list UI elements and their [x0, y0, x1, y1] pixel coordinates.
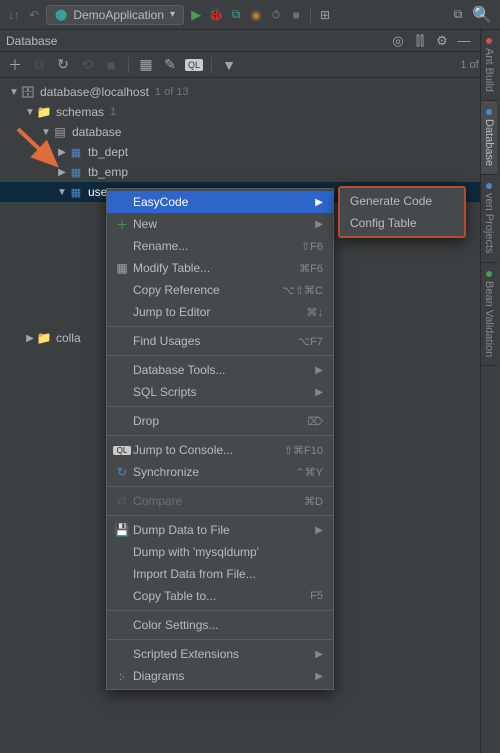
- add-icon[interactable]: ＋: [6, 55, 24, 75]
- main-toolbar: ↓↑ ↶ ⬤ DemoApplication ▾ ▶ 🐞 ⧉ ◉ ⥀ ■ ⊞ ⧉…: [0, 0, 500, 30]
- refresh-icon[interactable]: ↻: [54, 56, 72, 73]
- hide-icon[interactable]: —: [456, 33, 472, 48]
- folder-icon: 📁: [36, 105, 52, 119]
- database-panel-header: Database ◎ ⫿⫿ ⚙ — →|: [0, 30, 500, 52]
- save-icon: 💾: [113, 523, 131, 537]
- menu-synchronize[interactable]: ↻ Synchronize ⌃⌘Y: [107, 461, 333, 483]
- table-icon: ▦: [113, 261, 131, 275]
- menu-jump-editor[interactable]: Jump to Editor ⌘↓: [107, 301, 333, 323]
- menu-database-tools[interactable]: Database Tools... ▶: [107, 359, 333, 381]
- menu-copy-table[interactable]: Copy Table to... F5: [107, 585, 333, 607]
- target-icon[interactable]: ◎: [390, 33, 406, 49]
- chevron-down-icon: ▾: [170, 9, 175, 20]
- menu-color-settings[interactable]: Color Settings...: [107, 614, 333, 636]
- menu-modify-table[interactable]: ▦ Modify Table... ⌘F6: [107, 257, 333, 279]
- run-button[interactable]: ▶: [188, 7, 204, 23]
- split-icon[interactable]: ⫿⫿: [412, 33, 428, 49]
- menu-diagrams[interactable]: ჻ Diagrams ▶: [107, 665, 333, 687]
- debug-button[interactable]: 🐞: [208, 7, 224, 23]
- structure-icon[interactable]: ⊞: [317, 7, 333, 23]
- diagram-icon: ჻: [113, 669, 131, 683]
- plus-icon: ＋: [113, 216, 131, 233]
- tab-bean[interactable]: Bean Validation: [481, 263, 497, 366]
- back-icon: ↶: [26, 7, 42, 23]
- run-config-label: DemoApplication: [73, 8, 164, 22]
- annotation-arrow: [14, 125, 74, 185]
- table-icon[interactable]: ▦: [137, 56, 155, 73]
- database-toolbar: ＋ ⧉ ↻ ⟲ ■ ▦ ✎ QL ▼ 1 of 13: [0, 52, 500, 78]
- panel-title: Database: [6, 34, 57, 48]
- table-icon: ▦: [68, 186, 84, 199]
- tree-schemas[interactable]: ▼ 📁 schemas 1: [0, 102, 480, 122]
- stop-button: ■: [288, 7, 304, 23]
- profile-button[interactable]: ◉: [248, 7, 264, 23]
- easycode-submenu: Generate Code Config Table: [338, 186, 466, 238]
- menu-compare: ⇄ Compare ⌘D: [107, 490, 333, 512]
- submenu-generate-code[interactable]: Generate Code: [340, 190, 464, 212]
- datasource-icon: 🗄: [20, 85, 36, 99]
- sync-icon: ↻: [113, 465, 131, 479]
- right-tool-stripe: Ant Build Database ven Projects Bean Val…: [480, 30, 500, 753]
- search-everywhere-icon[interactable]: 🔍: [470, 5, 494, 25]
- context-menu: EasyCode ▶ ＋ New ▶ Rename... ⇧F6 ▦ Modif…: [106, 188, 334, 690]
- menu-scripted-ext[interactable]: Scripted Extensions ▶: [107, 643, 333, 665]
- filter-icon[interactable]: ▼: [220, 57, 238, 73]
- shelf-icon[interactable]: ↓↑: [6, 7, 22, 23]
- menu-rename[interactable]: Rename... ⇧F6: [107, 235, 333, 257]
- gear-icon[interactable]: ⚙: [434, 33, 450, 49]
- tab-database[interactable]: Database: [481, 101, 497, 175]
- tree-root[interactable]: ▼ 🗄 database@localhost 1 of 13: [0, 82, 480, 102]
- attach-button[interactable]: ⥀: [268, 7, 284, 23]
- compare-icon: ⇄: [113, 494, 131, 508]
- menu-new[interactable]: ＋ New ▶: [107, 213, 333, 235]
- console-icon[interactable]: QL: [185, 59, 203, 71]
- edit-icon[interactable]: ✎: [161, 56, 179, 73]
- menu-dump-file[interactable]: 💾 Dump Data to File ▶: [107, 519, 333, 541]
- menu-dump-mysqldump[interactable]: Dump with 'mysqldump': [107, 541, 333, 563]
- menu-drop[interactable]: Drop ⌦: [107, 410, 333, 432]
- console-icon: QL: [113, 446, 131, 455]
- tab-maven[interactable]: ven Projects: [481, 175, 497, 263]
- menu-copy-reference[interactable]: Copy Reference ⌥⇧⌘C: [107, 279, 333, 301]
- rollback-icon: ⟲: [78, 56, 96, 73]
- layout-icon[interactable]: ⧉: [450, 7, 466, 23]
- menu-jump-console[interactable]: QL Jump to Console... ⇧⌘F10: [107, 439, 333, 461]
- menu-import-file[interactable]: Import Data from File...: [107, 563, 333, 585]
- run-config-selector[interactable]: ⬤ DemoApplication ▾: [46, 5, 184, 25]
- menu-easycode[interactable]: EasyCode ▶: [107, 191, 333, 213]
- folder-icon: 📁: [36, 331, 52, 345]
- menu-find-usages[interactable]: Find Usages ⌥F7: [107, 330, 333, 352]
- application-icon: ⬤: [55, 8, 67, 21]
- coverage-button[interactable]: ⧉: [228, 7, 244, 23]
- tab-ant-build[interactable]: Ant Build: [481, 30, 497, 101]
- duplicate-icon: ⧉: [30, 56, 48, 73]
- stop2-icon: ■: [102, 57, 120, 73]
- menu-sql-scripts[interactable]: SQL Scripts ▶: [107, 381, 333, 403]
- submenu-config-table[interactable]: Config Table: [340, 212, 464, 234]
